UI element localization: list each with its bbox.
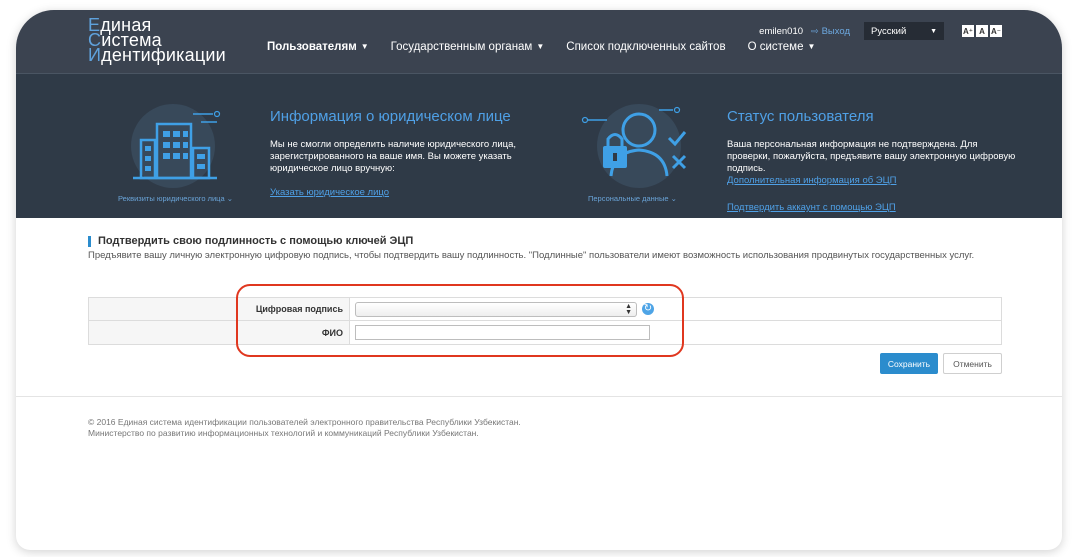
font-normal-button[interactable]: A <box>976 25 988 37</box>
save-button[interactable]: Сохранить <box>880 353 938 374</box>
logout-label: Выход <box>821 25 850 37</box>
fio-field-cell <box>350 321 1001 344</box>
building-icon <box>131 104 221 188</box>
nav-label: Государственным органам <box>390 41 533 53</box>
signature-field-cell: ▲ ▼ ↻ <box>350 298 1001 320</box>
refresh-icon[interactable]: ↻ <box>642 303 654 315</box>
footer: © 2016 Единая система идентификации поль… <box>88 417 521 439</box>
eds-info-link[interactable]: Дополнительная информация об ЭЦП <box>727 175 897 186</box>
eds-form: Цифровая подпись ▲ ▼ ↻ ФИО <box>88 297 1002 345</box>
section-description: Предъявите вашу личную электронную цифро… <box>88 250 975 261</box>
legal-entity-text: Мы не смогли определить наличие юридичес… <box>270 139 516 174</box>
language-select[interactable]: Русский ▼ <box>864 22 944 40</box>
nav-item-connected-sites[interactable]: Список подключенных сайтов <box>566 41 725 53</box>
nav-label: Список подключенных сайтов <box>566 41 726 53</box>
language-value: Русский <box>871 25 907 37</box>
chevron-down-icon: ⌄ <box>670 194 677 203</box>
section-title-text: Подтвердить свою подлинность с помощью к… <box>98 235 414 247</box>
nav-item-about[interactable]: О системе ▼ <box>748 41 816 53</box>
caret-down-icon: ▼ <box>930 27 937 35</box>
info-band: Реквизиты юридического лица ⌄ Информация… <box>16 73 1062 218</box>
confirm-with-eds-link[interactable]: Подтвердить аккаунт с помощью ЭЦП <box>727 202 896 213</box>
font-decrease-button[interactable]: A⁻ <box>990 25 1002 37</box>
section-title: Подтвердить свою подлинность с помощью к… <box>88 235 413 247</box>
specify-legal-entity-link[interactable]: Указать юридическое лицо <box>270 187 389 198</box>
chevron-down-icon: ⌄ <box>226 194 234 203</box>
site-logo[interactable]: Единая Система Идентификации <box>88 16 226 65</box>
nav-item-users[interactable]: Пользователям ▼ <box>267 41 369 53</box>
nav-label: Пользователям <box>267 41 357 53</box>
title-accent-bar <box>88 235 91 247</box>
user-area: emilen010 ⇨ Выход Русский ▼ A⁺ A A⁻ <box>759 22 1002 40</box>
signature-label: Цифровая подпись <box>89 298 350 320</box>
fio-input[interactable] <box>355 325 650 340</box>
nav-item-government[interactable]: Государственным органам ▼ <box>391 41 545 53</box>
footer-divider <box>16 396 1062 397</box>
select-arrows-icon: ▲ ▼ <box>625 302 632 316</box>
username[interactable]: emilen010 <box>759 26 803 37</box>
caret-down-icon: ▼ <box>536 42 545 51</box>
font-increase-button[interactable]: A⁺ <box>962 25 974 37</box>
cancel-button[interactable]: Отменить <box>943 353 1002 374</box>
caret-down-icon: ▼ <box>807 42 816 51</box>
fio-label: ФИО <box>89 321 350 344</box>
signature-row: Цифровая подпись ▲ ▼ ↻ <box>89 298 1001 321</box>
browser-window: Единая Система Идентификации Пользовател… <box>16 10 1062 550</box>
font-size-controls: A⁺ A A⁻ <box>962 25 1002 37</box>
main-nav: Пользователям ▼ Государственным органам ▼ … <box>267 41 837 53</box>
legal-entity-details-link[interactable]: Реквизиты юридического лица ⌄ <box>118 194 233 203</box>
fio-row: ФИО <box>89 321 1001 344</box>
signature-select[interactable]: ▲ ▼ <box>355 301 637 317</box>
user-status-title: Статус пользователя <box>727 108 874 125</box>
user-lock-icon <box>581 104 687 188</box>
footer-ministry: Министерство по развитию информационных … <box>88 428 479 438</box>
caret-down-icon: ▼ <box>360 42 369 51</box>
caption-label: Персональные данные <box>588 194 669 203</box>
logo-line-3: дентификации <box>101 45 226 65</box>
legal-entity-title: Информация о юридическом лице <box>270 108 511 125</box>
user-status-text: Ваша персональная информация не подтверж… <box>727 139 1016 174</box>
logout-icon: ⇨ <box>811 25 819 36</box>
caption-label: Реквизиты юридического лица <box>118 194 225 203</box>
top-navbar: Единая Система Идентификации Пользовател… <box>16 10 1062 73</box>
footer-copyright: © 2016 Единая система идентификации поль… <box>88 417 521 427</box>
personal-data-link[interactable]: Персональные данные ⌄ <box>588 194 677 203</box>
logout-link[interactable]: ⇨ Выход <box>811 26 850 37</box>
nav-label: О системе <box>747 41 804 53</box>
